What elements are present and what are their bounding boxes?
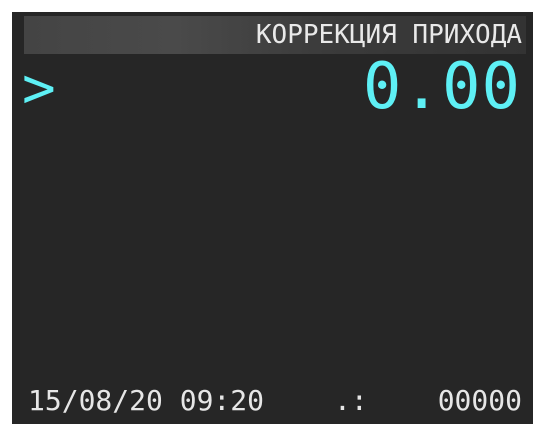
status-bar: 15/08/20 09:20 .: 00000: [28, 384, 522, 418]
status-separator: .:: [334, 384, 368, 417]
header-bar: КОРРЕКЦИЯ ПРИХОДА: [24, 16, 526, 54]
document-counter: 00000: [437, 384, 522, 417]
input-prompt-icon: >: [22, 56, 56, 121]
screen-title: КОРРЕКЦИЯ ПРИХОДА: [255, 20, 522, 50]
date-time: 15/08/20 09:20: [28, 384, 265, 417]
display-panel: КОРРЕКЦИЯ ПРИХОДА > 0.00 15/08/20 09:20 …: [12, 12, 533, 424]
device-screen: КОРРЕКЦИЯ ПРИХОДА > 0.00 15/08/20 09:20 …: [0, 0, 544, 424]
amount-input[interactable]: 0.00: [363, 52, 521, 122]
